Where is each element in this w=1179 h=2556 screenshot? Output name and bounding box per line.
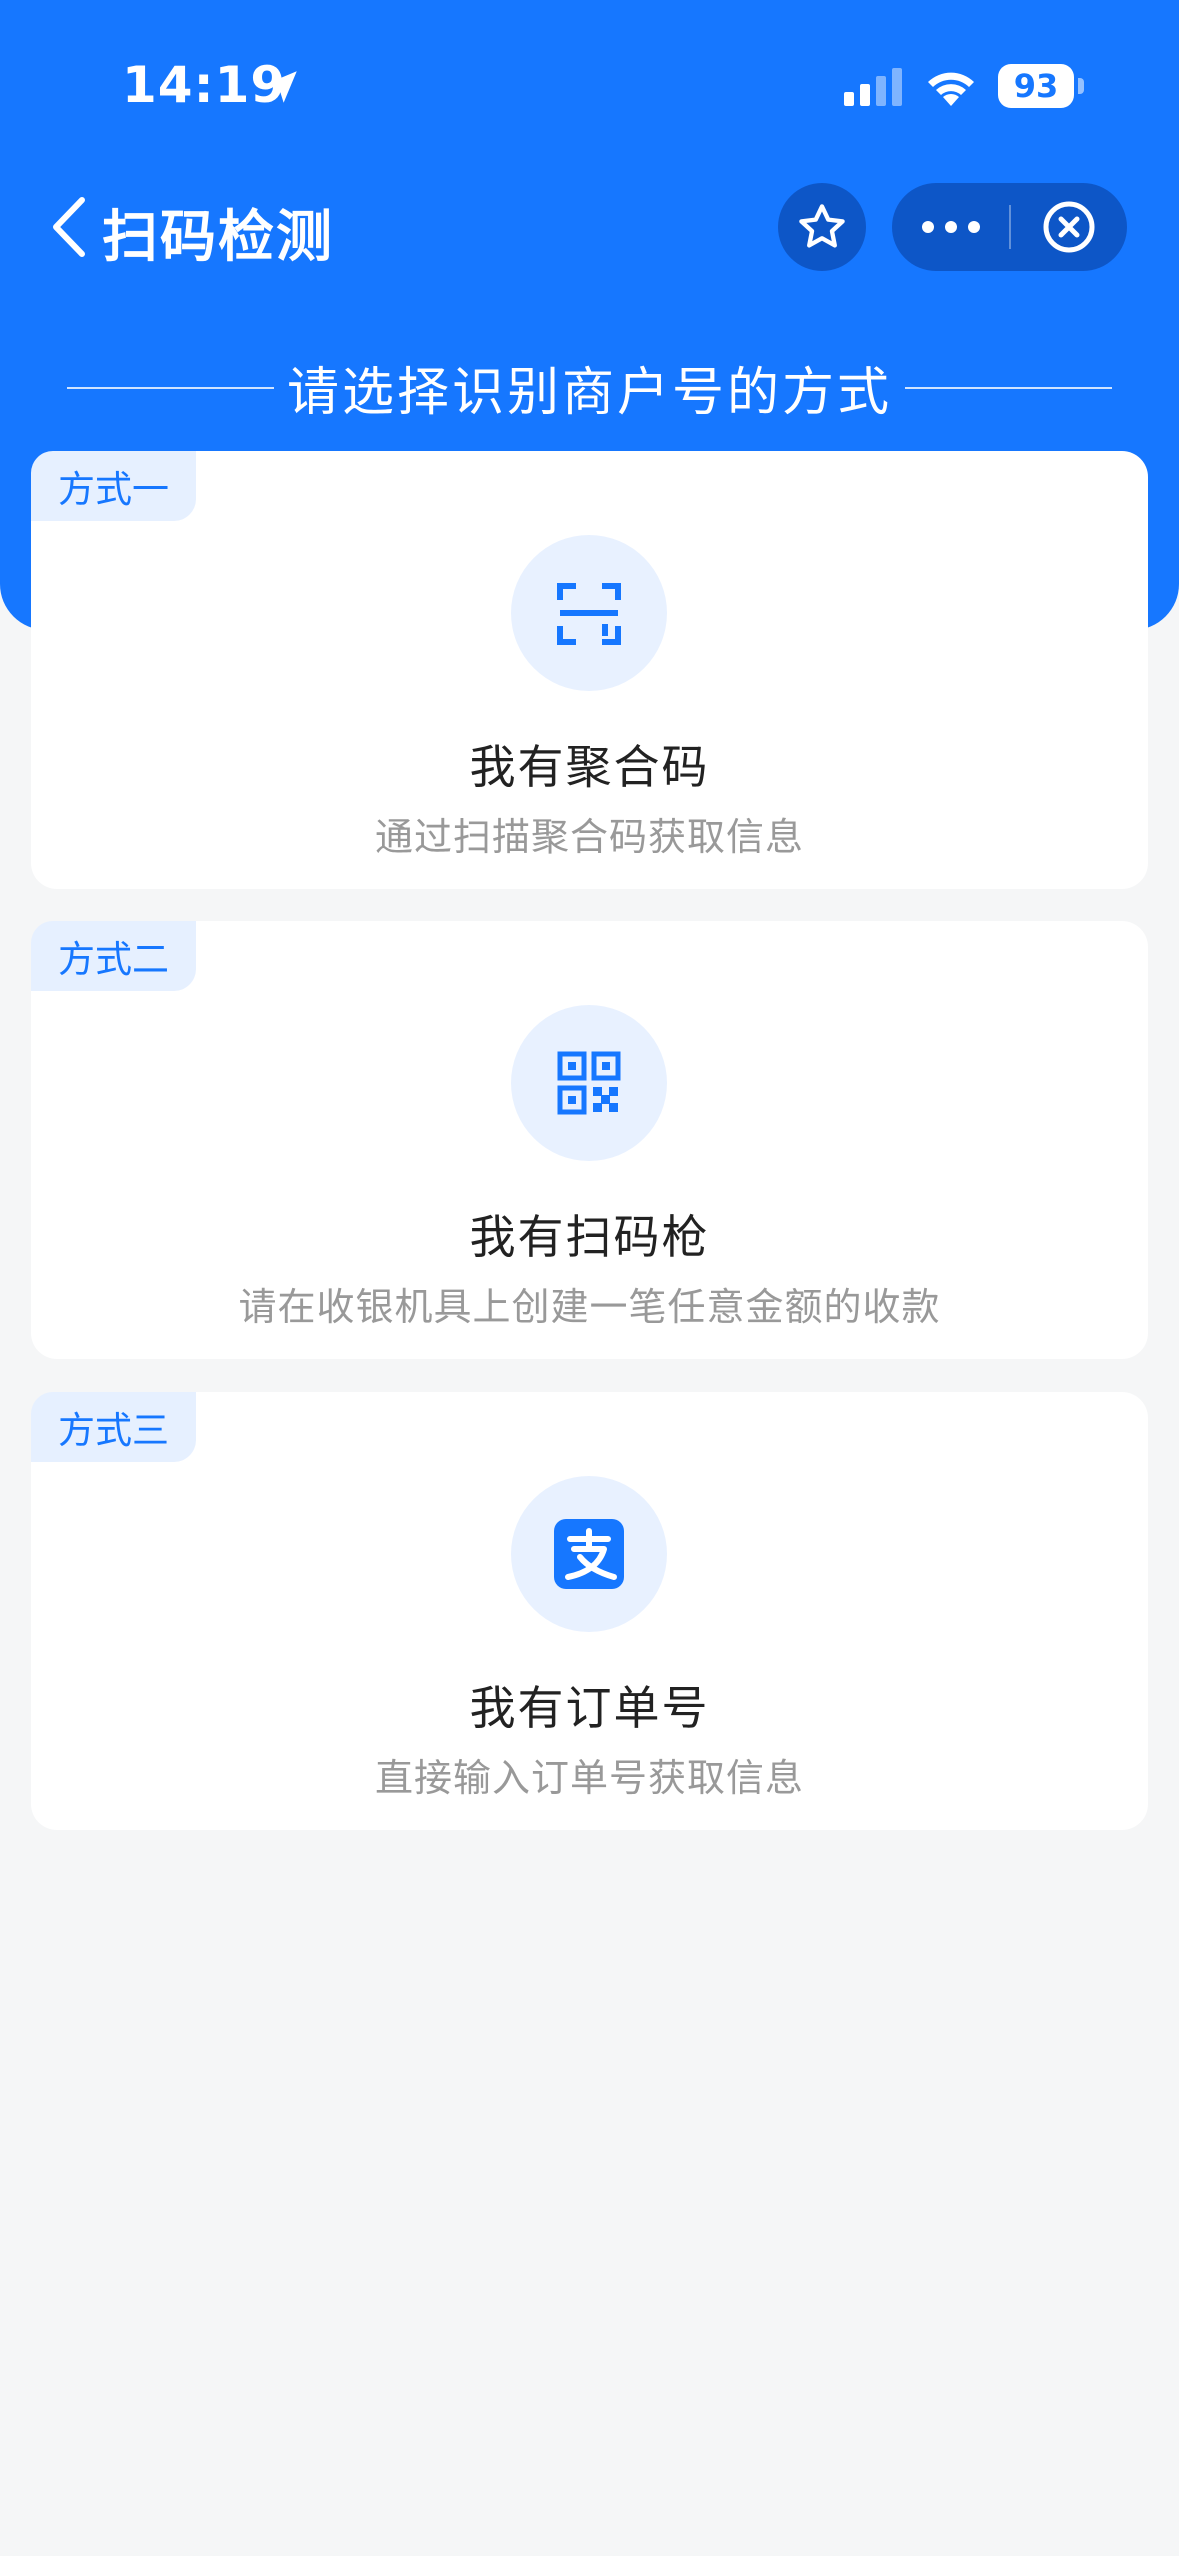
- more-dots-icon: [921, 221, 980, 233]
- heading-line-right: [905, 387, 1112, 389]
- alipay-icon: [554, 1519, 624, 1589]
- option-description: 请在收银机具上创建一笔任意金额的收款: [238, 1285, 941, 1329]
- battery-cap: [1078, 78, 1084, 94]
- close-circle-icon: [1043, 201, 1095, 253]
- option-tag: 方式二: [31, 921, 196, 991]
- mini-program-capsule: [892, 183, 1127, 271]
- scan-frame-icon: [557, 583, 621, 645]
- option-icon-circle: [511, 535, 667, 691]
- battery-icon: 93: [998, 64, 1074, 108]
- page-title: 扫码检测: [102, 205, 334, 270]
- option-description: 通过扫描聚合码获取信息: [374, 815, 804, 859]
- option-card-aggregate-code[interactable]: 方式一 我有聚合码 通过扫描聚合码获取信息: [31, 451, 1148, 889]
- option-description: 直接输入订单号获取信息: [374, 1756, 804, 1800]
- option-title: 我有聚合码: [469, 740, 710, 794]
- option-icon-circle: [511, 1476, 667, 1632]
- option-title: 我有扫码枪: [469, 1210, 710, 1264]
- close-button[interactable]: [1011, 183, 1127, 271]
- location-arrow-icon: [265, 71, 297, 103]
- option-title: 我有订单号: [469, 1681, 710, 1735]
- back-chevron-icon[interactable]: [44, 194, 94, 260]
- cellular-signal-icon: [844, 68, 902, 106]
- option-tag: 方式三: [31, 1392, 196, 1462]
- qr-code-icon: [557, 1051, 621, 1115]
- wifi-icon: [928, 72, 974, 106]
- option-tag: 方式一: [31, 451, 196, 521]
- battery-level: 93: [1013, 67, 1059, 105]
- option-card-scanner-gun[interactable]: 方式二 我有扫码枪 请在收银机具上创建一笔任意金额的收款: [31, 921, 1148, 1359]
- star-icon: [799, 204, 845, 248]
- option-card-order-number[interactable]: 方式三 我有订单号 直接输入订单号获取信息: [31, 1392, 1148, 1830]
- more-button[interactable]: [892, 183, 1009, 271]
- option-icon-circle: [511, 1005, 667, 1161]
- favorite-button[interactable]: [778, 183, 866, 271]
